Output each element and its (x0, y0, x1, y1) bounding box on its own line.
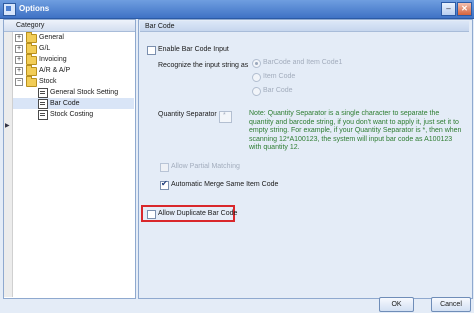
radio-barcode-and-item-code[interactable] (252, 59, 261, 68)
tree-item-label: Bar Code (50, 100, 80, 107)
options-window: Options – ✕ Category ▶ + General + G/L +… (0, 0, 474, 313)
folder-icon (26, 76, 37, 87)
options-window-icon (3, 3, 16, 16)
tree-item-general-stock-setting[interactable]: General Stock Setting (13, 87, 134, 98)
bar-code-group-title: Bar Code (140, 21, 469, 32)
tree-item-stock[interactable]: − Stock (13, 76, 134, 87)
radio-label: BarCode and Item Code1 (263, 59, 343, 66)
recognize-options-group: BarCode and Item Code1 Item Code Bar Cod… (249, 56, 355, 98)
allow-duplicate-bar-code-label: Allow Duplicate Bar Code (158, 210, 238, 217)
radio-item-code[interactable] (252, 73, 261, 82)
tree-item-label: Invoicing (39, 56, 67, 63)
quantity-separator-value: * (223, 112, 226, 119)
folder-icon (26, 65, 37, 76)
automatic-merge-label: Automatic Merge Same Item Code (171, 181, 279, 188)
tree-item-label: Stock Costing (50, 111, 94, 118)
quantity-separator-note: Note: Quantity Separator is a single cha… (249, 110, 462, 151)
form-icon (38, 99, 48, 109)
row-pointer-icon: ▶ (5, 123, 10, 129)
allow-partial-matching-label: Allow Partial Matching (171, 163, 240, 170)
folder-icon (26, 54, 37, 65)
bar-code-settings-panel: Bar Code Enable Bar Code Input Recognize… (138, 19, 473, 299)
form-icon (38, 88, 48, 98)
form-icon (38, 110, 48, 120)
tree-item-general[interactable]: + General (13, 32, 134, 43)
window-title: Options (19, 4, 50, 13)
tree-item-label: Stock (39, 78, 57, 85)
quantity-separator-label: Quantity Separator (158, 111, 217, 118)
row-indicator-gutter (4, 32, 13, 297)
close-button[interactable]: ✕ (457, 2, 472, 16)
allow-partial-matching-checkbox[interactable] (160, 163, 169, 172)
expand-icon[interactable]: + (15, 45, 23, 53)
tree-item-gl[interactable]: + G/L (13, 43, 134, 54)
folder-icon (26, 43, 37, 54)
minimize-button[interactable]: – (441, 2, 456, 16)
ok-button[interactable]: OK (379, 297, 414, 312)
enable-bar-code-checkbox[interactable] (147, 46, 156, 55)
category-tree-panel: Category ▶ + General + G/L + Invoicing +… (3, 19, 136, 299)
radio-bar-code[interactable] (252, 87, 261, 96)
expand-icon[interactable]: + (15, 56, 23, 64)
tree-item-label: General Stock Setting (50, 89, 119, 96)
radio-label: Item Code (263, 73, 296, 80)
title-bar[interactable]: Options – ✕ (0, 0, 474, 19)
expand-icon[interactable]: + (15, 34, 23, 42)
enable-bar-code-label: Enable Bar Code Input (158, 46, 229, 53)
tree-item-label: G/L (39, 45, 51, 52)
tree-item-stock-costing[interactable]: Stock Costing (13, 109, 134, 120)
folder-icon (26, 32, 37, 43)
allow-duplicate-bar-code-checkbox[interactable] (147, 210, 156, 219)
tree-item-label: A/R & A/P (39, 67, 71, 74)
tree-item-label: General (39, 34, 64, 41)
tree-item-bar-code[interactable]: Bar Code (13, 98, 134, 109)
expand-icon[interactable]: + (15, 67, 23, 75)
cancel-button[interactable]: Cancel (431, 297, 471, 312)
tree-item-ar-ap[interactable]: + A/R & A/P (13, 65, 134, 76)
tree-item-invoicing[interactable]: + Invoicing (13, 54, 134, 65)
category-column-header: Category (4, 20, 135, 32)
recognize-input-label: Recognize the input string as (158, 62, 249, 69)
radio-label: Bar Code (263, 87, 293, 94)
automatic-merge-checkbox[interactable] (160, 179, 169, 190)
quantity-separator-input[interactable]: * (219, 111, 232, 123)
collapse-icon[interactable]: − (15, 78, 23, 86)
